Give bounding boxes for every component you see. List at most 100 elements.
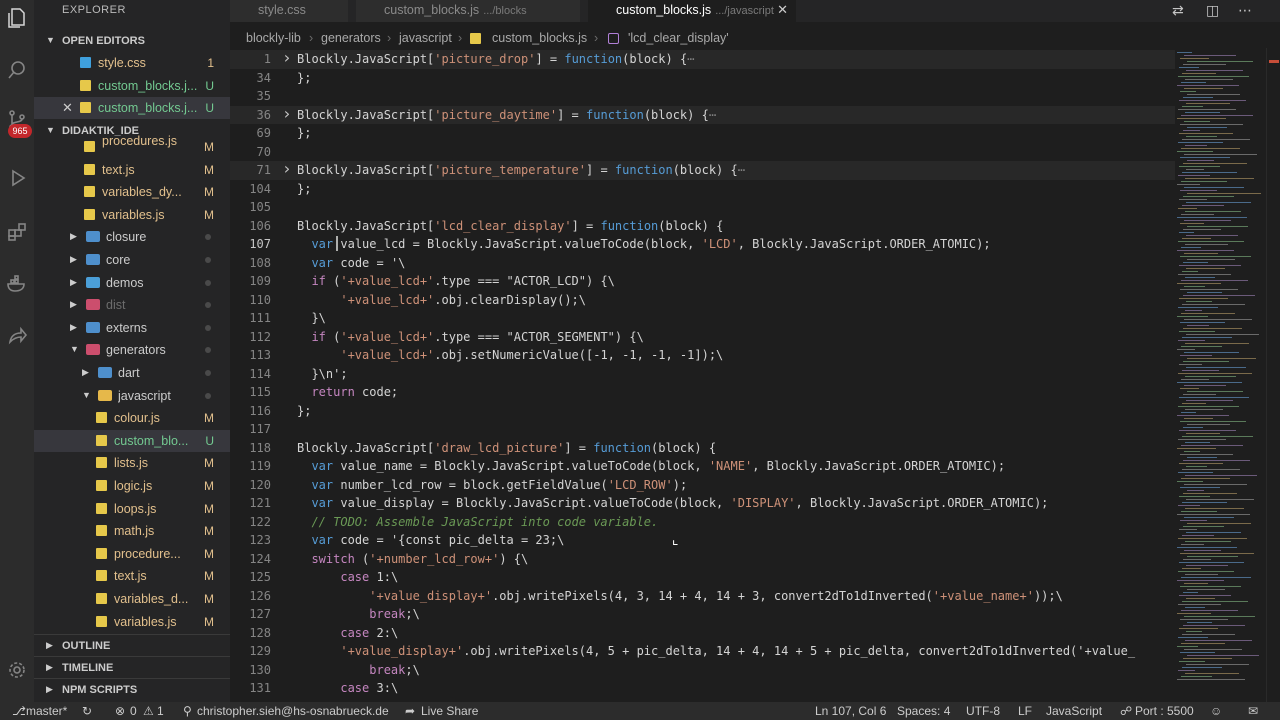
code-line[interactable]: 106 Blockly.JavaScript['lcd_clear_display… bbox=[230, 217, 1175, 236]
fold-chevron-icon[interactable]: › bbox=[282, 159, 292, 178]
close-icon[interactable]: ✕ bbox=[777, 2, 788, 18]
code-line[interactable]: 112 if ('+value_lcd+'.type === "ACTOR_SE… bbox=[230, 328, 1175, 347]
open-changes-icon[interactable]: ⇄ bbox=[1172, 2, 1184, 19]
tree-item[interactable]: ▶ dart bbox=[34, 362, 230, 384]
tree-item[interactable]: variables_d... M bbox=[34, 588, 230, 610]
code-line[interactable]: 35 bbox=[230, 87, 1175, 106]
tree-item[interactable]: ▶ closure bbox=[34, 226, 230, 248]
settings-gear-icon[interactable] bbox=[5, 658, 29, 682]
code-line[interactable]: 111 }\ bbox=[230, 309, 1175, 328]
code-line[interactable]: 124 switch ('+number_lcd_row+') {\ bbox=[230, 550, 1175, 569]
tree-item[interactable]: variables.js M bbox=[34, 204, 230, 226]
minimap[interactable] bbox=[1175, 48, 1265, 702]
code-line[interactable]: 117 bbox=[230, 420, 1175, 439]
open-editor-style-css[interactable]: style.css 1 bbox=[34, 52, 230, 74]
code-line[interactable]: 120 var number_lcd_row = block.getFieldV… bbox=[230, 476, 1175, 495]
npm-scripts-header[interactable]: ▶ NPM SCRIPTS bbox=[34, 678, 230, 700]
code-line[interactable]: 108 var code = '\ bbox=[230, 254, 1175, 273]
more-actions-icon[interactable]: ⋯ bbox=[1238, 2, 1252, 19]
problems-count[interactable]: 0 bbox=[130, 704, 137, 718]
tree-item[interactable]: loops.js M bbox=[34, 498, 230, 520]
timeline-header[interactable]: ▶ TIMELINE bbox=[34, 656, 230, 678]
code-line[interactable]: 121 var value_display = Blockly.JavaScri… bbox=[230, 494, 1175, 513]
breadcrumb-item[interactable]: generators bbox=[321, 31, 381, 45]
open-editors-header[interactable]: ▼ OPEN EDITORS bbox=[34, 30, 230, 52]
warnings-count[interactable]: 1 bbox=[157, 704, 164, 718]
breadcrumb-item[interactable]: custom_blocks.js bbox=[492, 31, 587, 45]
open-editor-custom-blocks-2[interactable]: ✕ custom_blocks.j... U bbox=[34, 97, 230, 119]
code-line[interactable]: 114 }\n'; bbox=[230, 365, 1175, 384]
fold-chevron-icon[interactable]: › bbox=[282, 104, 292, 123]
split-editor-icon[interactable]: ◫ bbox=[1206, 2, 1219, 19]
code-line[interactable]: 116}; bbox=[230, 402, 1175, 421]
tree-item[interactable]: ▶ core bbox=[34, 249, 230, 271]
live-share-icon[interactable] bbox=[5, 324, 29, 348]
code-line[interactable]: 129 '+value_display+'.obj.writePixels(4,… bbox=[230, 642, 1175, 661]
tree-item[interactable]: colour.js M bbox=[34, 407, 230, 429]
code-line[interactable]: 1 › Blockly.JavaScript['picture_drop'] = f… bbox=[230, 48, 1175, 69]
code-line[interactable]: 69}; bbox=[230, 124, 1175, 143]
code-line[interactable]: 34}; bbox=[230, 69, 1175, 88]
code-line[interactable]: 131 case 3:\ bbox=[230, 679, 1175, 698]
breadcrumb-item[interactable]: javascript bbox=[399, 31, 452, 45]
live-share-button[interactable]: Live Share bbox=[421, 704, 478, 718]
language-mode[interactable]: JavaScript bbox=[1046, 704, 1102, 718]
fold-chevron-icon[interactable]: › bbox=[282, 48, 292, 67]
live-server-port[interactable]: Port : 5500 bbox=[1135, 704, 1194, 718]
code-line[interactable]: 127 break;\ bbox=[230, 605, 1175, 624]
close-icon[interactable]: ✕ bbox=[62, 100, 73, 116]
code-line[interactable]: 125 case 1:\ bbox=[230, 568, 1175, 587]
tree-item[interactable]: custom_blo... U bbox=[34, 429, 230, 452]
tab-custom-blocks-blocks[interactable]: custom_blocks.js .../blocks bbox=[356, 0, 580, 22]
cursor-position[interactable]: Ln 107, Col 6 bbox=[815, 704, 886, 718]
code-line[interactable]: 123 var code = '{const pic_delta = 23;\ bbox=[230, 531, 1175, 550]
open-editor-custom-blocks-1[interactable]: custom_blocks.j... U bbox=[34, 75, 230, 97]
code-line[interactable]: 128 case 2:\ bbox=[230, 624, 1175, 643]
tab-custom-blocks-javascript[interactable]: custom_blocks.js .../javascript ✕ bbox=[588, 0, 796, 22]
notifications-icon[interactable]: ✉ bbox=[1248, 704, 1258, 718]
feedback-icon[interactable]: ☺ bbox=[1210, 704, 1222, 718]
tree-item[interactable]: ▶ demos bbox=[34, 272, 230, 294]
tree-item[interactable]: ▶ externs bbox=[34, 317, 230, 339]
tree-item[interactable]: ▼ generators bbox=[34, 339, 230, 361]
breadcrumb-item[interactable]: blockly-lib bbox=[246, 31, 301, 45]
tree-item[interactable]: ▼ javascript bbox=[34, 385, 230, 407]
code-line[interactable]: 115 return code; bbox=[230, 383, 1175, 402]
tree-item[interactable]: text.js M bbox=[34, 159, 230, 181]
tab-style-css[interactable]: style.css bbox=[230, 0, 348, 22]
tree-item[interactable]: logic.js M bbox=[34, 475, 230, 497]
encoding[interactable]: UTF-8 bbox=[966, 704, 1000, 718]
sync-icon[interactable]: ↻ bbox=[82, 704, 92, 718]
tree-item[interactable]: text.js M bbox=[34, 565, 230, 587]
tree-item[interactable]: procedure... M bbox=[34, 543, 230, 565]
tree-item[interactable]: ▶ dist bbox=[34, 294, 230, 316]
indentation[interactable]: Spaces: 4 bbox=[897, 704, 950, 718]
code-line[interactable]: 122 // TODO: Assemble JavaScript into co… bbox=[230, 513, 1175, 532]
tree-item[interactable]: math.js M bbox=[34, 520, 230, 542]
code-line[interactable]: 36 › Blockly.JavaScript['picture_daytime']… bbox=[230, 104, 1175, 124]
tree-item[interactable]: procedures.js M bbox=[34, 134, 230, 158]
code-line[interactable]: 119 var value_name = Blockly.JavaScript.… bbox=[230, 457, 1175, 476]
code-line[interactable]: 71 › Blockly.JavaScript['picture_temperatu… bbox=[230, 159, 1175, 180]
code-line[interactable]: 109 if ('+value_lcd+'.type === "ACTOR_LC… bbox=[230, 272, 1175, 291]
breadcrumb-item[interactable]: 'lcd_clear_display' bbox=[628, 31, 729, 45]
docker-icon[interactable] bbox=[5, 272, 29, 296]
tree-item[interactable]: variables_dy... M bbox=[34, 181, 230, 203]
user-account[interactable]: christopher.sieh@hs-osnabrueck.de bbox=[197, 704, 389, 718]
branch-name[interactable]: master* bbox=[26, 704, 67, 718]
run-debug-icon[interactable] bbox=[5, 166, 29, 190]
extensions-icon[interactable] bbox=[5, 220, 29, 244]
code-line[interactable]: 70 bbox=[230, 143, 1175, 162]
code-line[interactable]: 118 Blockly.JavaScript['draw_lcd_picture'… bbox=[230, 439, 1175, 458]
tree-item[interactable]: variables.js M bbox=[34, 611, 230, 633]
outline-header[interactable]: ▶ OUTLINE bbox=[34, 634, 230, 656]
code-editor[interactable]: 1 › Blockly.JavaScript['picture_drop'] = f… bbox=[230, 48, 1175, 702]
search-icon[interactable] bbox=[5, 58, 29, 82]
explorer-icon[interactable] bbox=[5, 6, 29, 30]
vertical-scrollbar[interactable] bbox=[1266, 48, 1280, 702]
end-of-line[interactable]: LF bbox=[1018, 704, 1032, 718]
code-line[interactable]: 107 var value_lcd = Blockly.JavaScript.v… bbox=[230, 235, 1175, 254]
code-line[interactable]: 105 bbox=[230, 198, 1175, 217]
code-line[interactable]: 126 '+value_display+'.obj.writePixels(4,… bbox=[230, 587, 1175, 606]
code-line[interactable]: 130 break;\ bbox=[230, 661, 1175, 680]
